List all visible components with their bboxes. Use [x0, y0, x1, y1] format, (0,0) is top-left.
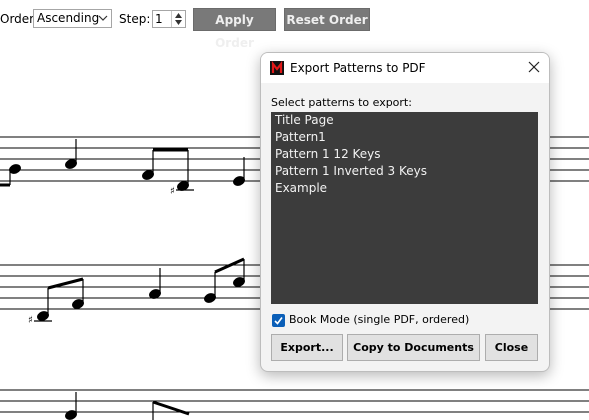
copy-to-documents-button[interactable]: Copy to Documents	[347, 334, 480, 361]
reset-order-button[interactable]: Reset Order	[284, 8, 370, 31]
app-logo-icon	[270, 61, 284, 75]
chevron-down-icon	[98, 15, 108, 21]
step-spinbox[interactable]: 1	[152, 10, 186, 28]
close-button[interactable]: Close	[485, 334, 538, 361]
export-button[interactable]: Export...	[271, 334, 343, 361]
step-value: 1	[155, 12, 163, 26]
spin-up-icon[interactable]	[175, 13, 182, 18]
book-mode-label: Book Mode (single PDF, ordered)	[289, 313, 470, 326]
list-item[interactable]: Example	[271, 180, 538, 197]
spin-down-icon[interactable]	[175, 20, 182, 25]
apply-order-button[interactable]: Apply Order	[193, 8, 276, 50]
step-spin-buttons	[171, 11, 185, 27]
dialog-titlebar[interactable]: Export Patterns to PDF	[261, 53, 549, 83]
svg-text:♯: ♯	[28, 315, 33, 326]
order-select-value: Ascending	[37, 11, 100, 25]
select-prompt: Select patterns to export:	[271, 96, 412, 109]
toolbar: Order: Ascending Step: 1 Apply Order Res…	[0, 0, 589, 50]
step-label: Step:	[119, 12, 151, 26]
close-icon[interactable]	[527, 60, 541, 74]
dialog-title: Export Patterns to PDF	[290, 61, 426, 75]
patterns-list[interactable]: Title Page Pattern1 Pattern 1 12 Keys Pa…	[271, 112, 538, 304]
list-item[interactable]: Title Page	[271, 112, 538, 129]
book-mode-checkbox[interactable]	[272, 314, 285, 327]
list-item[interactable]: Pattern 1 Inverted 3 Keys	[271, 163, 538, 180]
checkbox-check-icon	[274, 317, 283, 325]
order-select[interactable]: Ascending	[33, 9, 112, 28]
list-item[interactable]: Pattern1	[271, 129, 538, 146]
export-dialog: Export Patterns to PDF Select patterns t…	[260, 52, 550, 372]
svg-text:♯: ♯	[170, 186, 175, 197]
list-item[interactable]: Pattern 1 12 Keys	[271, 146, 538, 163]
